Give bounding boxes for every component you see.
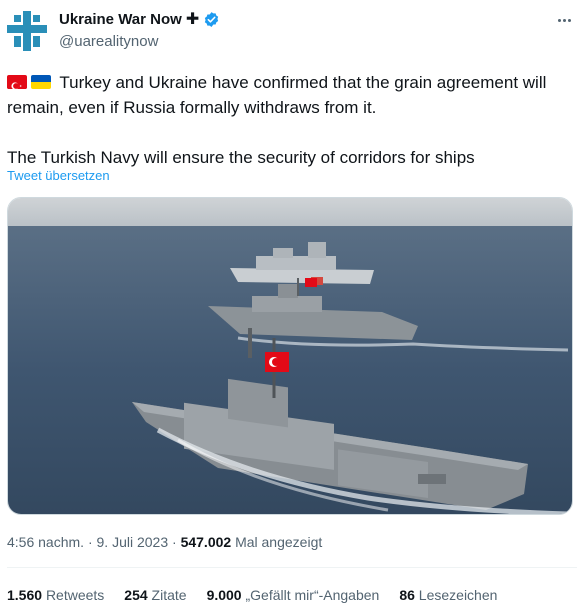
engagement-stats: 1.560 Retweets 254 Zitate 9.000 „Gefällt… bbox=[7, 587, 497, 603]
quotes-label: Zitate bbox=[151, 587, 187, 603]
tweet-image[interactable] bbox=[7, 197, 573, 515]
meta-separator: · bbox=[168, 534, 181, 550]
views-count: 547.002 bbox=[180, 534, 232, 550]
likes-count: 9.000 bbox=[206, 587, 242, 603]
retweets-count: 1.560 bbox=[7, 587, 43, 603]
tweet-time[interactable]: 4:56 nachm. bbox=[7, 534, 84, 550]
tweet-date[interactable]: 9. Juli 2023 bbox=[97, 534, 169, 550]
bookmarks-count: 86 bbox=[399, 587, 415, 603]
plus-icon: ✚ bbox=[185, 10, 200, 28]
quotes-count: 254 bbox=[124, 587, 148, 603]
retweets-stat[interactable]: 1.560 Retweets bbox=[7, 587, 104, 603]
ukraine-flag-icon bbox=[31, 75, 51, 89]
tweet-text-line1: Turkey and Ukraine have confirmed that t… bbox=[7, 73, 547, 117]
meta-separator: · bbox=[84, 534, 97, 550]
quotes-stat[interactable]: 254 Zitate bbox=[124, 587, 186, 603]
tweet-header: Ukraine War Now ✚ @uarealitynow bbox=[0, 0, 584, 60]
retweets-label: Retweets bbox=[45, 587, 105, 603]
name-row: Ukraine War Now ✚ bbox=[59, 11, 220, 28]
more-options-icon[interactable] bbox=[552, 10, 576, 30]
divider bbox=[7, 567, 577, 568]
user-handle[interactable]: @uarealitynow bbox=[59, 33, 158, 50]
tweet-meta: 4:56 nachm. · 9. Juli 2023 · 547.002 Mal… bbox=[7, 534, 322, 550]
likes-stat[interactable]: 9.000 „Gefällt mir“-Angaben bbox=[207, 587, 380, 603]
views-label: Mal angezeigt bbox=[231, 534, 323, 550]
translate-tweet-link[interactable]: Tweet übersetzen bbox=[7, 168, 110, 183]
turkey-flag-icon bbox=[7, 75, 27, 89]
likes-label: „Gefällt mir“-Angaben bbox=[245, 587, 380, 603]
bookmarks-label: Lesezeichen bbox=[418, 587, 498, 603]
avatar[interactable] bbox=[6, 10, 48, 52]
tweet-text: Turkey and Ukraine have confirmed that t… bbox=[7, 70, 577, 170]
display-name[interactable]: Ukraine War Now bbox=[59, 11, 182, 28]
tweet-text-line2: The Turkish Navy will ensure the securit… bbox=[7, 148, 475, 167]
bookmarks-stat[interactable]: 86 Lesezeichen bbox=[399, 587, 497, 603]
verified-badge-icon bbox=[203, 11, 220, 28]
